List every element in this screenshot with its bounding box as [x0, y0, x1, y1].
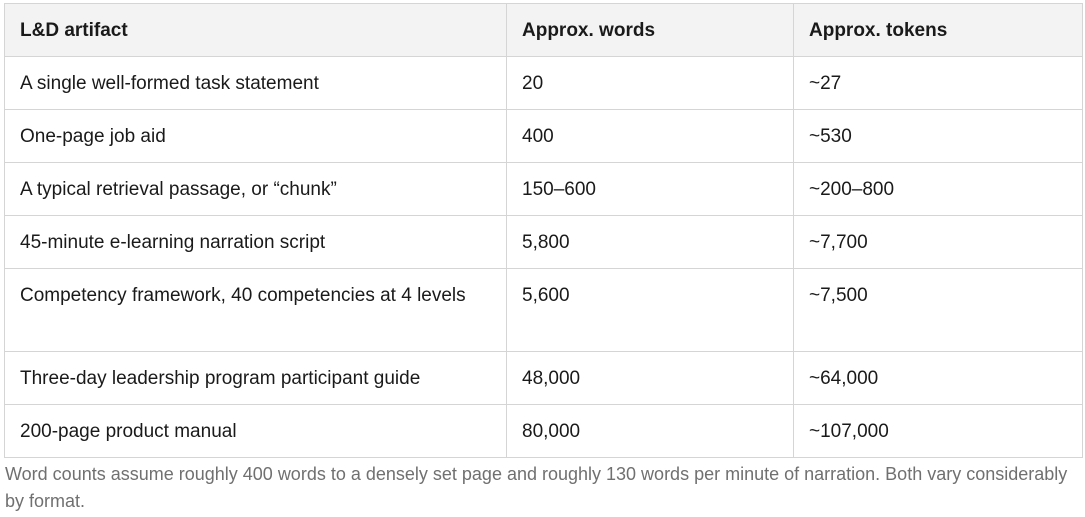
cell-words: 5,600 [506, 268, 794, 352]
table-row: 200-page product manual 80,000 ~107,000 [4, 404, 1083, 458]
table-row: A typical retrieval passage, or “chunk” … [4, 162, 1083, 216]
cell-words: 48,000 [506, 351, 794, 405]
cell-artifact: A typical retrieval passage, or “chunk” [4, 162, 507, 216]
cell-words: 400 [506, 109, 794, 163]
cell-tokens: ~64,000 [793, 351, 1083, 405]
header-artifact: L&D artifact [4, 3, 507, 57]
table-footnote: Word counts assume roughly 400 words to … [5, 464, 1068, 511]
cell-words: 5,800 [506, 215, 794, 269]
table-row: Three-day leadership program participant… [4, 351, 1083, 405]
cell-tokens: ~200–800 [793, 162, 1083, 216]
cell-words: 80,000 [506, 404, 794, 458]
cell-artifact: 200-page product manual [4, 404, 507, 458]
cell-artifact: Three-day leadership program participant… [4, 351, 507, 405]
cell-artifact: 45-minute e-learning narration script [4, 215, 507, 269]
table-row: Competency framework, 40 competencies at… [4, 268, 1083, 352]
cell-tokens: ~7,700 [793, 215, 1083, 269]
table-row: One-page job aid 400 ~530 [4, 109, 1083, 163]
table-header-row: L&D artifact Approx. words Approx. token… [4, 3, 1083, 57]
artifact-size-table: L&D artifact Approx. words Approx. token… [4, 3, 1083, 458]
cell-words: 20 [506, 56, 794, 110]
header-approx-words: Approx. words [506, 3, 794, 57]
cell-tokens: ~27 [793, 56, 1083, 110]
table-row: A single well-formed task statement 20 ~… [4, 56, 1083, 110]
cell-tokens: ~7,500 [793, 268, 1083, 352]
header-approx-tokens: Approx. tokens [793, 3, 1083, 57]
cell-words: 150–600 [506, 162, 794, 216]
page: L&D artifact Approx. words Approx. token… [0, 0, 1085, 517]
cell-tokens: ~530 [793, 109, 1083, 163]
table-row: 45-minute e-learning narration script 5,… [4, 215, 1083, 269]
cell-artifact: Competency framework, 40 competencies at… [4, 268, 507, 352]
cell-tokens: ~107,000 [793, 404, 1083, 458]
cell-artifact: A single well-formed task statement [4, 56, 507, 110]
cell-artifact: One-page job aid [4, 109, 507, 163]
